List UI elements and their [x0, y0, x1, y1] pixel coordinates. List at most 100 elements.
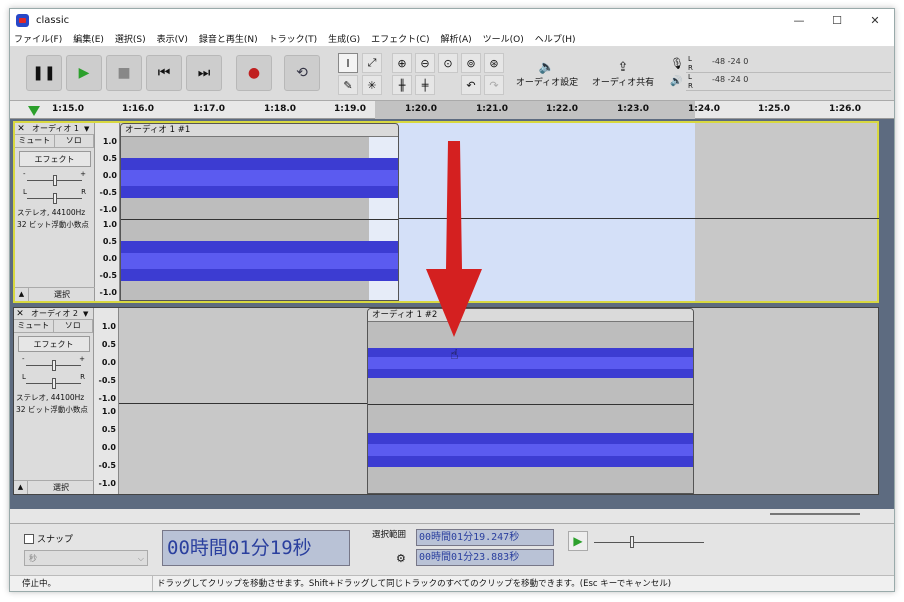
zoom-toggle-button[interactable]: ⊛ [484, 53, 504, 73]
menu-edit[interactable]: 編集(E) [73, 32, 104, 45]
gain-thumb[interactable] [52, 360, 56, 371]
selection-start-field[interactable]: 00時間01分19.247秒 [416, 529, 554, 546]
amplitude-scale[interactable]: 1.0 0.5 0.0 -0.5 -1.0 1.0 0.5 0.0 -0.5 -… [95, 123, 120, 301]
time-display-value: 00時間01分19秒 [167, 537, 312, 559]
zoom-in-button[interactable]: ⊕ [392, 53, 412, 73]
draw-tool[interactable]: ✎ [338, 75, 358, 95]
fit-selection-button[interactable]: ⊙ [438, 53, 458, 73]
select-track-button[interactable]: 選択 [28, 481, 94, 494]
scale-label: 0.5 [102, 237, 117, 246]
maximize-button[interactable]: ☐ [818, 9, 856, 31]
menu-select[interactable]: 選択(S) [115, 32, 146, 45]
solo-button[interactable]: ソロ [55, 135, 94, 147]
selection-tool[interactable]: I [338, 53, 358, 73]
loop-button[interactable]: ⟲ [284, 55, 320, 91]
zoom-out-button[interactable]: ⊖ [415, 53, 435, 73]
menu-view[interactable]: 表示(V) [157, 32, 188, 45]
fit-project-icon: ⊚ [466, 56, 476, 70]
track-lane[interactable]: オーディオ 1 #2 ☝ [119, 308, 878, 494]
horizontal-scrollbar[interactable] [10, 509, 894, 523]
scale-label: -0.5 [99, 271, 118, 280]
collapse-icon[interactable]: ▲ [15, 288, 29, 301]
play-at-speed-button[interactable]: ▶ [568, 531, 588, 551]
scale-label: 0.0 [101, 358, 116, 367]
close-track-icon[interactable]: ✕ [14, 309, 26, 319]
menu-tracks[interactable]: トラック(T) [269, 32, 318, 45]
selection-toolbar: スナップ 秒 ⌵ 00時間01分19秒 選択範囲 ⚙ 00時間01分19.247秒… [10, 523, 894, 575]
menu-help[interactable]: ヘルプ(H) [535, 32, 576, 45]
ruler-tick: 1:23.0 [617, 104, 650, 114]
pan-thumb[interactable] [52, 378, 56, 389]
select-track-button[interactable]: 選択 [29, 288, 95, 301]
close-button[interactable]: ✕ [856, 9, 894, 31]
scale-label: 1.0 [101, 407, 116, 416]
fit-project-button[interactable]: ⊚ [461, 53, 481, 73]
scale-label: 0.5 [101, 425, 116, 434]
skip-end-button[interactable]: ⏭ [186, 55, 222, 91]
effects-button[interactable]: エフェクト [17, 336, 90, 352]
menu-analyze[interactable]: 解析(A) [440, 32, 471, 45]
close-track-icon[interactable]: ✕ [15, 124, 27, 134]
settings-gear-icon[interactable]: ⚙ [396, 552, 406, 565]
skip-start-button[interactable]: ⏮ [146, 55, 182, 91]
ruler-tick: 1:21.0 [476, 104, 509, 114]
gain-slider[interactable]: - + [20, 355, 87, 373]
trim-button[interactable]: ╫ [392, 75, 412, 95]
track-menu-chevron-icon[interactable]: ▼ [83, 310, 93, 318]
share-audio-button[interactable]: ⇪ オーディオ共有 [588, 51, 658, 97]
clip-title[interactable]: オーディオ 1 #1 [121, 124, 398, 137]
gain-slider[interactable]: - + [21, 170, 88, 188]
pan-slider[interactable]: LR [20, 373, 87, 391]
minimize-button[interactable]: — [780, 9, 818, 31]
timeline-ruler[interactable]: 1:15.0 1:16.0 1:17.0 1:18.0 1:19.0 1:20.… [10, 101, 894, 119]
playback-speed-slider[interactable] [594, 534, 704, 554]
play-button[interactable]: ▶ [66, 55, 102, 91]
track-name-menu[interactable]: オーディオ 2 [26, 308, 83, 319]
redo-button[interactable]: ↷ [484, 75, 504, 95]
time-display[interactable]: 00時間01分19秒 [162, 530, 350, 566]
track-name-menu[interactable]: オーディオ 1 [27, 123, 84, 134]
speed-thumb[interactable] [630, 536, 634, 548]
clip-title[interactable]: オーディオ 1 #2 [368, 309, 693, 322]
stop-button[interactable]: ■ [106, 55, 142, 91]
gain-thumb[interactable] [53, 175, 57, 186]
amplitude-scale[interactable]: 1.0 0.5 0.0 -0.5 -1.0 1.0 0.5 0.0 -0.5 -… [94, 308, 119, 494]
audacity-icon [16, 13, 29, 27]
track-menu-chevron-icon[interactable]: ▼ [84, 125, 94, 133]
menu-generate[interactable]: 生成(G) [328, 32, 360, 45]
collapse-icon[interactable]: ▲ [14, 481, 28, 494]
menu-effect[interactable]: エフェクト(C) [371, 32, 429, 45]
track-lane[interactable]: オーディオ 1 #1 [120, 123, 879, 301]
record-button[interactable]: ● [236, 55, 272, 91]
solo-button[interactable]: ソロ [54, 320, 93, 332]
mute-button[interactable]: ミュート [14, 320, 54, 332]
pause-button[interactable]: ❚❚ [26, 55, 62, 91]
pan-slider[interactable]: LR [21, 188, 88, 206]
audio-clip[interactable]: オーディオ 1 #1 [120, 123, 399, 301]
pan-thumb[interactable] [53, 193, 57, 204]
meter-left-label: L [688, 55, 692, 63]
gain-min-label: - [23, 170, 26, 178]
undo-button[interactable]: ↶ [461, 75, 481, 95]
ibeam-icon: I [346, 56, 350, 70]
envelope-tool[interactable]: ⤢ [362, 53, 382, 73]
share-icon: ⇪ [617, 60, 629, 75]
audio-setup-button[interactable]: 🔈 オーディオ設定 [512, 51, 582, 97]
menu-tools[interactable]: ツール(O) [483, 32, 524, 45]
snap-unit-select[interactable]: 秒 ⌵ [24, 550, 148, 566]
scrollbar-thumb[interactable] [770, 513, 860, 515]
ruler-tick: 1:26.0 [829, 104, 862, 114]
play-head-icon[interactable] [28, 106, 40, 116]
menu-file[interactable]: ファイル(F) [14, 32, 62, 45]
snap-checkbox[interactable] [24, 533, 34, 544]
skip-start-icon: ⏮ [157, 65, 171, 81]
playback-meter[interactable]: 🔊 L R -48 -24 0 [670, 73, 891, 91]
mute-button[interactable]: ミュート [15, 135, 55, 147]
menu-transport[interactable]: 録音と再生(N) [199, 32, 258, 45]
multi-tool[interactable]: ✳ [362, 75, 382, 95]
record-meter[interactable]: 🎙 L R -48 -24 0 [670, 55, 891, 73]
selection-end-field[interactable]: 00時間01分23.883秒 [416, 549, 554, 566]
effects-button[interactable]: エフェクト [18, 151, 91, 167]
silence-button[interactable]: ╪ [415, 75, 435, 95]
audio-clip[interactable]: オーディオ 1 #2 ☝ [367, 308, 694, 494]
